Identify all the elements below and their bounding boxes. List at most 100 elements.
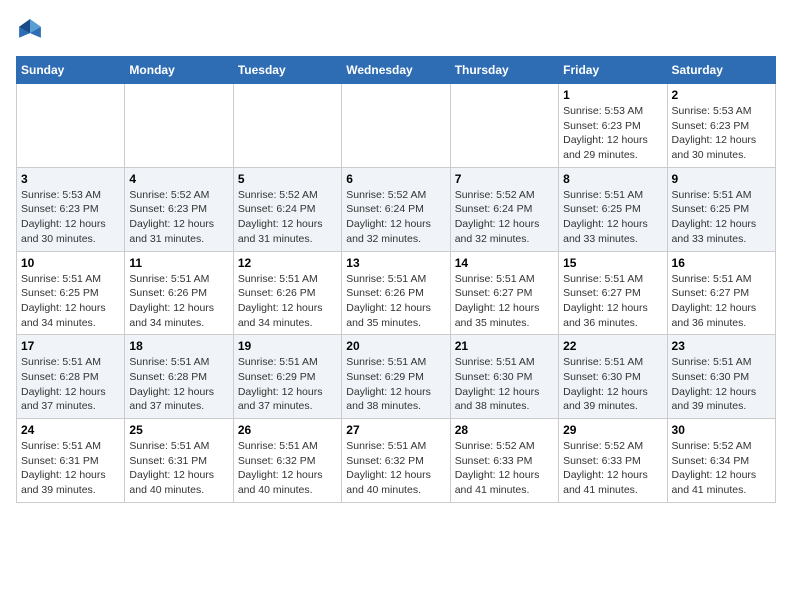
calendar-cell: 5 Sunrise: 5:52 AMSunset: 6:24 PMDaylight… (233, 167, 341, 251)
logo (16, 16, 48, 44)
calendar-cell (450, 84, 558, 168)
calendar-cell: 4 Sunrise: 5:52 AMSunset: 6:23 PMDaylight… (125, 167, 233, 251)
day-number: 9 (672, 172, 771, 186)
day-number: 3 (21, 172, 120, 186)
day-number: 5 (238, 172, 337, 186)
weekday-header-sunday: Sunday (17, 57, 125, 84)
calendar-cell: 1 Sunrise: 5:53 AMSunset: 6:23 PMDaylight… (559, 84, 667, 168)
day-number: 6 (346, 172, 445, 186)
calendar-cell: 10 Sunrise: 5:51 AMSunset: 6:25 PMDayligh… (17, 251, 125, 335)
day-number: 4 (129, 172, 228, 186)
calendar-cell: 23Sunrise: 5:51 AMSunset: 6:30 PMDayligh… (667, 335, 775, 419)
day-info: Sunrise: 5:52 AMSunset: 6:24 PMDaylight:… (455, 188, 554, 247)
weekday-header-saturday: Saturday (667, 57, 775, 84)
day-number: 15 (563, 256, 662, 270)
weekday-header-monday: Monday (125, 57, 233, 84)
calendar-cell: 21 Sunrise: 5:51 AMSunset: 6:30 PMDayligh… (450, 335, 558, 419)
calendar-cell: 13 Sunrise: 5:51 AMSunset: 6:26 PMDayligh… (342, 251, 450, 335)
day-number: 30 (672, 423, 771, 437)
day-number: 20 (346, 339, 445, 353)
day-number: 21 (455, 339, 554, 353)
page-header (16, 16, 776, 44)
calendar-cell: 27 Sunrise: 5:51 AMSunset: 6:32 PMDayligh… (342, 419, 450, 503)
calendar-cell: 8Sunrise: 5:51 AMSunset: 6:25 PMDaylight… (559, 167, 667, 251)
calendar-cell: 16 Sunrise: 5:51 AMSunset: 6:27 PMDayligh… (667, 251, 775, 335)
day-number: 22 (563, 339, 662, 353)
calendar-week-5: 24 Sunrise: 5:51 AMSunset: 6:31 PMDayligh… (17, 419, 776, 503)
day-info: Sunrise: 5:51 AMSunset: 6:26 PMDaylight:… (129, 272, 228, 331)
calendar-cell: 9 Sunrise: 5:51 AMSunset: 6:25 PMDaylight… (667, 167, 775, 251)
day-info: Sunrise: 5:53 AMSunset: 6:23 PMDaylight:… (563, 104, 662, 163)
day-info: Sunrise: 5:53 AMSunset: 6:23 PMDaylight:… (21, 188, 120, 247)
calendar-cell: 7Sunrise: 5:52 AMSunset: 6:24 PMDaylight… (450, 167, 558, 251)
calendar-cell: 3 Sunrise: 5:53 AMSunset: 6:23 PMDaylight… (17, 167, 125, 251)
calendar-cell: 25 Sunrise: 5:51 AMSunset: 6:31 PMDayligh… (125, 419, 233, 503)
calendar-cell: 19 Sunrise: 5:51 AMSunset: 6:29 PMDayligh… (233, 335, 341, 419)
calendar-cell: 24Sunrise: 5:51 AMSunset: 6:31 PMDayligh… (17, 419, 125, 503)
calendar-cell (233, 84, 341, 168)
day-info: Sunrise: 5:51 AMSunset: 6:25 PMDaylight:… (672, 188, 771, 247)
day-number: 1 (563, 88, 662, 102)
day-number: 13 (346, 256, 445, 270)
day-info: Sunrise: 5:51 AMSunset: 6:30 PMDaylight:… (455, 355, 554, 414)
calendar-cell (125, 84, 233, 168)
day-number: 24 (21, 423, 120, 437)
calendar-table: SundayMondayTuesdayWednesdayThursdayFrid… (16, 56, 776, 503)
calendar-body: 1 Sunrise: 5:53 AMSunset: 6:23 PMDaylight… (17, 84, 776, 503)
day-number: 10 (21, 256, 120, 270)
weekday-header-thursday: Thursday (450, 57, 558, 84)
day-info: Sunrise: 5:52 AMSunset: 6:24 PMDaylight:… (346, 188, 445, 247)
calendar-cell: 18 Sunrise: 5:51 AMSunset: 6:28 PMDayligh… (125, 335, 233, 419)
weekday-header-row: SundayMondayTuesdayWednesdayThursdayFrid… (17, 57, 776, 84)
day-info: Sunrise: 5:51 AMSunset: 6:32 PMDaylight:… (238, 439, 337, 498)
calendar-cell: 29Sunrise: 5:52 AMSunset: 6:33 PMDayligh… (559, 419, 667, 503)
calendar-cell: 30Sunrise: 5:52 AMSunset: 6:34 PMDayligh… (667, 419, 775, 503)
calendar-cell: 17 Sunrise: 5:51 AMSunset: 6:28 PMDayligh… (17, 335, 125, 419)
day-info: Sunrise: 5:51 AMSunset: 6:29 PMDaylight:… (238, 355, 337, 414)
day-info: Sunrise: 5:51 AMSunset: 6:29 PMDaylight:… (346, 355, 445, 414)
day-info: Sunrise: 5:52 AMSunset: 6:24 PMDaylight:… (238, 188, 337, 247)
day-number: 19 (238, 339, 337, 353)
day-info: Sunrise: 5:51 AMSunset: 6:25 PMDaylight:… (563, 188, 662, 247)
weekday-header-wednesday: Wednesday (342, 57, 450, 84)
calendar-cell (342, 84, 450, 168)
day-number: 16 (672, 256, 771, 270)
calendar-cell: 15 Sunrise: 5:51 AMSunset: 6:27 PMDayligh… (559, 251, 667, 335)
day-info: Sunrise: 5:51 AMSunset: 6:27 PMDaylight:… (672, 272, 771, 331)
day-info: Sunrise: 5:51 AMSunset: 6:25 PMDaylight:… (21, 272, 120, 331)
calendar-cell: 12Sunrise: 5:51 AMSunset: 6:26 PMDayligh… (233, 251, 341, 335)
calendar-cell: 26Sunrise: 5:51 AMSunset: 6:32 PMDayligh… (233, 419, 341, 503)
weekday-header-friday: Friday (559, 57, 667, 84)
day-info: Sunrise: 5:51 AMSunset: 6:28 PMDaylight:… (129, 355, 228, 414)
calendar-cell: 11 Sunrise: 5:51 AMSunset: 6:26 PMDayligh… (125, 251, 233, 335)
day-info: Sunrise: 5:52 AMSunset: 6:23 PMDaylight:… (129, 188, 228, 247)
day-info: Sunrise: 5:51 AMSunset: 6:27 PMDaylight:… (455, 272, 554, 331)
day-info: Sunrise: 5:51 AMSunset: 6:27 PMDaylight:… (563, 272, 662, 331)
calendar-cell (17, 84, 125, 168)
calendar-cell: 28 Sunrise: 5:52 AMSunset: 6:33 PMDayligh… (450, 419, 558, 503)
calendar-cell: 22 Sunrise: 5:51 AMSunset: 6:30 PMDayligh… (559, 335, 667, 419)
day-number: 18 (129, 339, 228, 353)
day-number: 27 (346, 423, 445, 437)
day-number: 11 (129, 256, 228, 270)
day-info: Sunrise: 5:51 AMSunset: 6:30 PMDaylight:… (563, 355, 662, 414)
calendar-week-4: 17 Sunrise: 5:51 AMSunset: 6:28 PMDayligh… (17, 335, 776, 419)
calendar-cell: 6 Sunrise: 5:52 AMSunset: 6:24 PMDaylight… (342, 167, 450, 251)
day-number: 28 (455, 423, 554, 437)
day-info: Sunrise: 5:51 AMSunset: 6:31 PMDaylight:… (129, 439, 228, 498)
day-info: Sunrise: 5:51 AMSunset: 6:30 PMDaylight:… (672, 355, 771, 414)
day-number: 17 (21, 339, 120, 353)
day-number: 14 (455, 256, 554, 270)
calendar-cell: 14 Sunrise: 5:51 AMSunset: 6:27 PMDayligh… (450, 251, 558, 335)
day-info: Sunrise: 5:51 AMSunset: 6:32 PMDaylight:… (346, 439, 445, 498)
calendar-week-1: 1 Sunrise: 5:53 AMSunset: 6:23 PMDaylight… (17, 84, 776, 168)
calendar-cell: 2Sunrise: 5:53 AMSunset: 6:23 PMDaylight… (667, 84, 775, 168)
day-info: Sunrise: 5:52 AMSunset: 6:33 PMDaylight:… (455, 439, 554, 498)
day-info: Sunrise: 5:53 AMSunset: 6:23 PMDaylight:… (672, 104, 771, 163)
day-number: 12 (238, 256, 337, 270)
day-info: Sunrise: 5:51 AMSunset: 6:26 PMDaylight:… (346, 272, 445, 331)
day-number: 25 (129, 423, 228, 437)
day-info: Sunrise: 5:51 AMSunset: 6:28 PMDaylight:… (21, 355, 120, 414)
calendar-week-2: 3 Sunrise: 5:53 AMSunset: 6:23 PMDaylight… (17, 167, 776, 251)
weekday-header-tuesday: Tuesday (233, 57, 341, 84)
